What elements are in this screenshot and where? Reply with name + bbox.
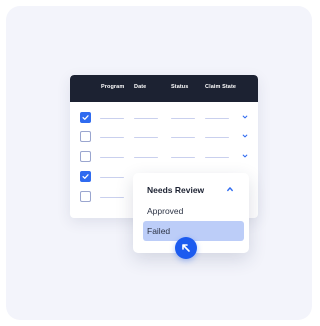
date-placeholder bbox=[134, 157, 158, 159]
status-placeholder bbox=[171, 157, 195, 159]
date-placeholder bbox=[134, 118, 158, 120]
cursor-arrow-icon bbox=[175, 237, 197, 259]
row-checkbox[interactable] bbox=[80, 112, 91, 123]
column-header-claim-state[interactable]: Claim State bbox=[205, 84, 236, 90]
row-checkbox[interactable] bbox=[80, 151, 91, 162]
table-row[interactable] bbox=[70, 111, 258, 125]
program-placeholder bbox=[100, 157, 124, 159]
program-placeholder bbox=[100, 137, 124, 139]
claim-state-placeholder bbox=[205, 157, 229, 159]
chevron-down-icon[interactable] bbox=[242, 153, 248, 159]
program-placeholder bbox=[100, 177, 124, 179]
row-checkbox[interactable] bbox=[80, 191, 91, 202]
chevron-up-icon[interactable] bbox=[226, 186, 234, 192]
row-checkbox[interactable] bbox=[80, 171, 91, 182]
chevron-down-icon[interactable] bbox=[242, 133, 248, 139]
claim-state-placeholder bbox=[205, 137, 229, 139]
column-header-status[interactable]: Status bbox=[171, 84, 188, 90]
program-placeholder bbox=[100, 118, 124, 120]
table-row[interactable] bbox=[70, 150, 258, 164]
table-row[interactable] bbox=[70, 130, 258, 144]
status-placeholder bbox=[171, 137, 195, 139]
program-placeholder bbox=[100, 197, 124, 199]
column-header-program[interactable]: Program bbox=[101, 84, 124, 90]
chevron-down-icon[interactable] bbox=[242, 114, 248, 120]
dropdown-option-failed[interactable]: Failed bbox=[143, 221, 244, 241]
date-placeholder bbox=[134, 137, 158, 139]
column-header-date[interactable]: Date bbox=[134, 84, 146, 90]
table-header: Program Date Status Claim State bbox=[70, 75, 258, 102]
dropdown-option-approved[interactable]: Approved bbox=[143, 201, 244, 221]
row-checkbox[interactable] bbox=[80, 131, 91, 142]
status-placeholder bbox=[171, 118, 195, 120]
check-icon bbox=[82, 115, 89, 120]
dropdown-current-value[interactable]: Needs Review bbox=[147, 185, 204, 195]
claim-state-placeholder bbox=[205, 118, 229, 120]
check-icon bbox=[82, 174, 89, 179]
